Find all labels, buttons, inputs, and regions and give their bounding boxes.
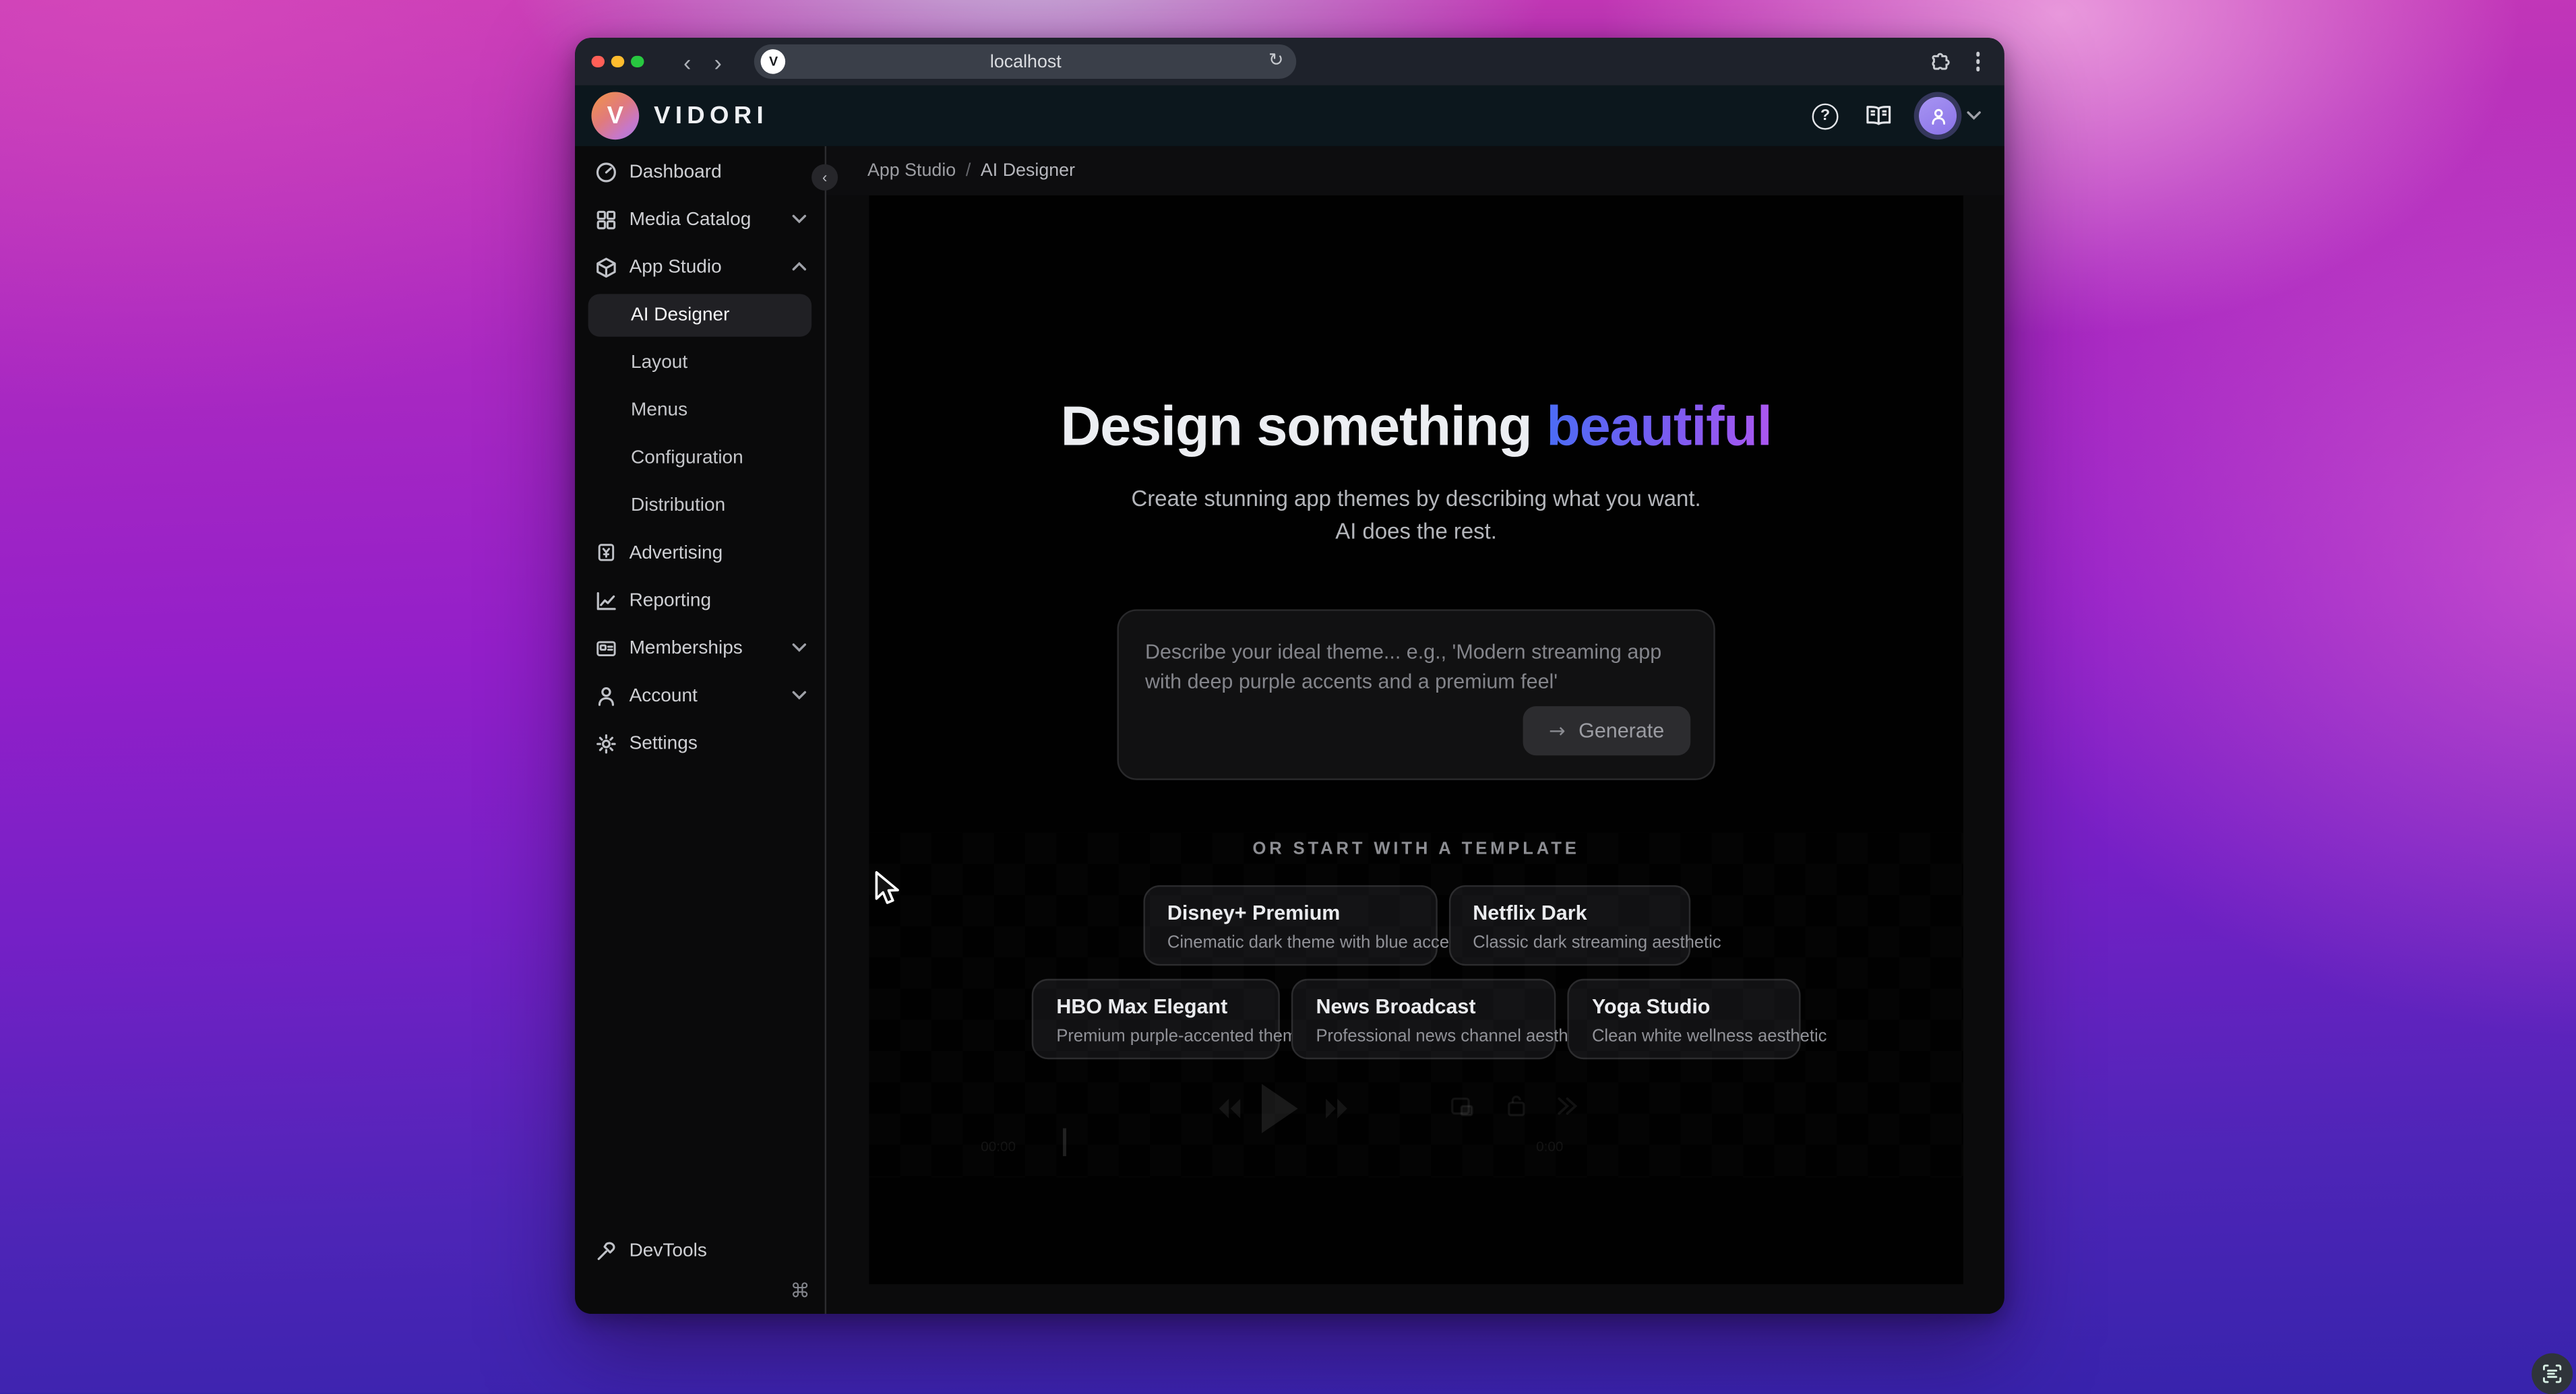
template-section-label: OR START WITH A TEMPLATE (869, 839, 1963, 859)
template-card-yoga-studio[interactable]: Yoga Studio Clean white wellness aesthet… (1567, 979, 1800, 1059)
cube-icon (594, 255, 617, 278)
sidebar-item-media-catalog[interactable]: Media Catalog (575, 195, 825, 243)
page-title-accent: beautiful (1546, 395, 1771, 458)
sidebar-item-app-studio[interactable]: App Studio (575, 243, 825, 291)
play-icon (1260, 1084, 1300, 1133)
sidebar-item-layout[interactable]: Layout (575, 338, 825, 386)
sidebar-item-settings[interactable]: Settings (575, 720, 825, 767)
chevron-down-icon (792, 214, 807, 225)
close-window-button[interactable] (592, 55, 604, 67)
ghost-time-end: 0:00 (1536, 1138, 1563, 1154)
sidebar-item-dashboard[interactable]: Dashboard (575, 148, 825, 195)
browser-chrome: ‹ › V localhost ↻ (575, 38, 2004, 86)
arrow-right-icon: → (1549, 720, 1566, 742)
sidebar-item-advertising[interactable]: Advertising (575, 529, 825, 577)
browser-window: ‹ › V localhost ↻ V VIDORI (575, 38, 2004, 1314)
traffic-lights (592, 55, 651, 67)
url-bar[interactable]: V localhost ↻ (755, 44, 1297, 79)
account-menu[interactable] (1919, 97, 1982, 135)
rewind-icon (1217, 1099, 1240, 1118)
dashboard-icon (594, 160, 617, 183)
minimize-window-button[interactable] (611, 55, 623, 67)
chevron-up-icon (792, 261, 807, 273)
docs-book-icon[interactable] (1863, 104, 1894, 129)
breadcrumb-separator: / (966, 161, 971, 181)
avatar (1919, 97, 1957, 135)
sidebar-collapse-button[interactable]: ‹ (811, 164, 838, 191)
generate-button[interactable]: → Generate (1523, 706, 1690, 755)
ghost-media-player: 00:00 (977, 1082, 1578, 1184)
ghost-pip-icon (1450, 1096, 1473, 1117)
extensions-icon[interactable] (1926, 50, 1949, 73)
sidebar-item-memberships[interactable]: Memberships (575, 624, 825, 672)
reload-icon[interactable]: ↻ (1268, 53, 1283, 71)
grid-icon (594, 208, 617, 230)
chart-line-icon (594, 589, 617, 612)
maximize-window-button[interactable] (631, 55, 643, 67)
desktop: ‹ › V localhost ↻ V VIDORI (0, 0, 2576, 1393)
sidebar-item-configuration[interactable]: Configuration (575, 434, 825, 482)
template-card-netflix-dark[interactable]: Netflix Dark Classic dark streaming aest… (1448, 885, 1690, 965)
brand-name: VIDORI (654, 102, 768, 129)
screen-reader-widget[interactable] (2532, 1354, 2573, 1394)
browser-back-button[interactable]: ‹ (677, 50, 698, 73)
sidebar-item-ai-designer[interactable]: AI Designer (575, 290, 825, 338)
ghost-time-start: 00:00 (981, 1138, 1016, 1154)
page-subtitle: Create stunning app themes by describing… (869, 483, 1963, 547)
fast-forward-icon (1326, 1099, 1349, 1118)
chevron-down-icon (1967, 110, 1982, 121)
sidebar-item-account[interactable]: Account (575, 672, 825, 720)
breadcrumb: App Studio / AI Designer (826, 146, 2004, 195)
template-card-news-broadcast[interactable]: News Broadcast Professional news channel… (1291, 979, 1556, 1059)
breadcrumb-app-studio[interactable]: App Studio (867, 161, 956, 181)
hammer-icon (594, 1239, 617, 1262)
gear-icon (594, 732, 617, 755)
sidebar-item-menus[interactable]: Menus (575, 386, 825, 434)
sidebar-item-devtools[interactable]: DevTools (575, 1227, 825, 1275)
template-card-disney-premium[interactable]: Disney+ Premium Cinematic dark theme wit… (1142, 885, 1436, 965)
template-card-hbo-max-elegant[interactable]: HBO Max Elegant Premium purple-accented … (1032, 979, 1280, 1059)
designer-canvas: Design something beautiful Create stunni… (869, 195, 1963, 1284)
mouse-cursor (874, 870, 904, 908)
vidori-logo[interactable]: V (592, 92, 640, 140)
main-area: App Studio / AI Designer Design somethin… (826, 146, 2004, 1314)
help-icon[interactable]: ? (1812, 102, 1839, 129)
ghost-chevrons-icon (1556, 1096, 1577, 1117)
person-icon (594, 684, 617, 707)
sidebar: ‹ Dashboard (575, 146, 826, 1314)
command-shortcut-icon[interactable]: ⌘ (790, 1279, 809, 1302)
ghost-lock-icon (1506, 1094, 1526, 1116)
sidebar-item-distribution[interactable]: Distribution (575, 481, 825, 529)
chevron-down-icon (792, 690, 807, 701)
sidebar-item-reporting[interactable]: Reporting (575, 577, 825, 625)
browser-forward-button[interactable]: › (708, 50, 729, 73)
url-text: localhost (755, 52, 1297, 71)
membership-card-icon (594, 637, 617, 660)
browser-menu-icon[interactable] (1975, 59, 1980, 63)
scan-text-icon (2542, 1363, 2563, 1385)
ghost-progress-cursor (1063, 1129, 1066, 1156)
page-title: Design something beautiful (869, 395, 1963, 460)
theme-prompt-box: → Generate (1117, 610, 1715, 781)
breadcrumb-ai-designer: AI Designer (981, 161, 1075, 181)
ad-badge-icon (594, 541, 617, 564)
app-header: V VIDORI ? (575, 86, 2004, 146)
chevron-down-icon (792, 642, 807, 654)
